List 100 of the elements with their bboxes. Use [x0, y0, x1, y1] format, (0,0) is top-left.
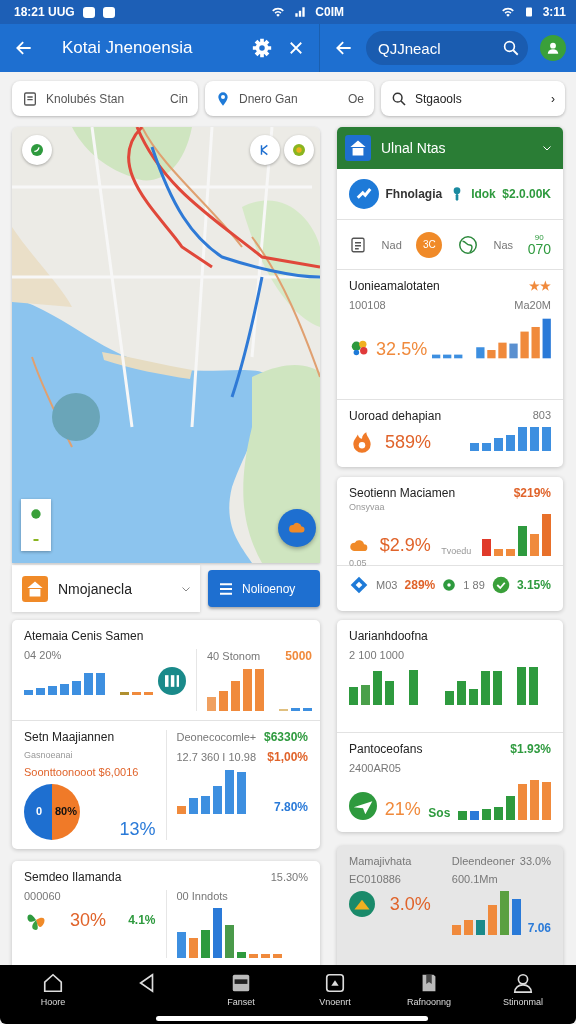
- avatar-icon: [546, 41, 560, 55]
- plane-circle-icon: [349, 792, 377, 820]
- stat-label: 803: [532, 409, 551, 421]
- dot-icon: [442, 578, 457, 592]
- user-icon: [512, 972, 534, 994]
- stat-label: 15.30%: [270, 871, 308, 883]
- window-icon: [230, 972, 252, 994]
- stat-value: 90 070: [527, 233, 551, 256]
- card-title: Seotienn Maciamen: [349, 486, 456, 500]
- card-title: Semdeo Ilamanda: [24, 870, 122, 884]
- stat-label: EC010886: [349, 873, 401, 885]
- stat-label: 40 Stonom: [207, 650, 261, 662]
- status-time: 18:21 UUG: [14, 5, 75, 19]
- stat-label: 33.0%: [519, 855, 551, 867]
- wifi-icon: [271, 5, 286, 19]
- close-icon[interactable]: [287, 39, 305, 57]
- stat-label: M03: [376, 579, 398, 591]
- stat-value: Fhnolagia: [385, 187, 443, 201]
- stat-label: ★★: [529, 279, 551, 293]
- stat-label: Idok: [471, 187, 496, 201]
- notification-icon: [102, 6, 115, 18]
- nav-item[interactable]: Vnoenrt: [310, 972, 360, 1007]
- search-icon[interactable]: [502, 39, 520, 57]
- chart-badge-icon: [158, 667, 186, 695]
- stat-value: $1,00%: [267, 750, 308, 764]
- stat-value: 3.0%: [389, 893, 431, 915]
- stat-label: Tvoedu: [441, 546, 472, 556]
- stat-label: 1 89: [463, 579, 485, 591]
- stat-value: 4.1%: [128, 913, 156, 927]
- stat-value: 30%: [70, 909, 107, 931]
- stat-value: 589%: [385, 431, 432, 453]
- chart-label: 0: [36, 805, 43, 817]
- building-icon: [345, 135, 371, 161]
- card-title: Pantoceofans: [349, 742, 423, 756]
- stat-value: 32.5%: [376, 339, 428, 360]
- stat-label: Sos: [428, 806, 451, 820]
- stat-label: Nad: [381, 238, 402, 251]
- card-header[interactable]: Ulnal Ntas: [337, 127, 563, 169]
- stat-value: $219%: [513, 486, 551, 500]
- stat-label: Mamajivhata: [349, 855, 412, 867]
- nav-item[interactable]: Stinonmal: [498, 972, 548, 1007]
- stat-value: Soonttoonooot $6,0016: [24, 766, 139, 778]
- bar-chart: [482, 514, 551, 556]
- screen-title: Kotai Jnenoensia: [61, 38, 194, 58]
- globe-icon: [456, 233, 479, 256]
- stat-label: 2 100 1000: [349, 649, 405, 661]
- signal-icon: [293, 5, 308, 19]
- list-icon: [218, 580, 234, 597]
- stat-label: 00 Inndots: [176, 890, 228, 902]
- settings-icon[interactable]: [251, 37, 273, 59]
- nav-item[interactable]: Fanset: [216, 972, 266, 1007]
- bar-chart: [451, 891, 521, 935]
- home-icon: [42, 972, 64, 994]
- stat-label: 100108: [349, 299, 386, 311]
- stat-label: Deonecocomle+: [176, 731, 257, 743]
- note-icon: [22, 90, 38, 107]
- zoom-control[interactable]: [21, 499, 51, 551]
- stat-label: 04 20%: [24, 649, 62, 661]
- stat-value: 3.15%: [516, 578, 551, 592]
- chip-trailing: ›: [551, 91, 555, 106]
- clipboard-icon: [349, 235, 367, 254]
- stat-label: 12.7 360 I 10.98: [176, 751, 256, 763]
- card-title: Atemaia Cenis Samen: [24, 629, 144, 643]
- notification-icon: [82, 6, 95, 18]
- search-field[interactable]: QJJneacl: [366, 31, 528, 65]
- chart-label: 80%: [55, 805, 78, 817]
- stat-label: 600.1Mm: [451, 873, 498, 885]
- filter-chip[interactable]: Dnero Gan Oe: [205, 81, 374, 116]
- picture-frame-icon: [324, 972, 346, 994]
- list-button[interactable]: Nolioenoy: [208, 570, 320, 607]
- stat-label: 2400AR05: [349, 762, 401, 774]
- filter-chip[interactable]: Stgaools ›: [381, 81, 565, 116]
- stat-label: Onsyvaa: [349, 502, 385, 512]
- stat-value: $2.9%: [379, 535, 431, 556]
- status-clock: 3:11: [542, 5, 566, 19]
- mountain-circle-icon: [349, 891, 375, 917]
- check-circle-icon: [491, 576, 510, 594]
- card-title: Uoroad dehapian: [349, 409, 442, 423]
- stat-label: Nas: [493, 238, 514, 251]
- stat-value: 289%: [404, 578, 436, 592]
- stat-value: 13%: [119, 819, 156, 840]
- search-icon: [391, 90, 407, 107]
- network-label: C0IM: [315, 5, 344, 19]
- stat-label: 000060: [24, 890, 61, 902]
- stat-label: 0.05: [349, 558, 367, 568]
- stat-value: $2.0.00K: [502, 187, 551, 201]
- diamond-icon: [349, 575, 369, 595]
- nav-item[interactable]: Rafnoonng: [404, 972, 454, 1007]
- pie-chart: [24, 784, 80, 840]
- avatar[interactable]: [540, 35, 566, 61]
- filter-chip[interactable]: Knolubés Stan Cin: [12, 81, 198, 116]
- stat-value: 7.06: [527, 921, 551, 935]
- nav-item[interactable]: Hoore: [28, 972, 78, 1007]
- location-dropdown[interactable]: Nmojanecla: [12, 565, 200, 612]
- building-icon: [22, 575, 48, 602]
- arrows-icon: [349, 179, 379, 209]
- stat-value: $1.93%: [510, 742, 551, 756]
- count-badge: 3C: [416, 231, 443, 258]
- stat-label: Gasnoeanai: [24, 750, 73, 760]
- card-title: Setn Maajiannen: [24, 730, 115, 744]
